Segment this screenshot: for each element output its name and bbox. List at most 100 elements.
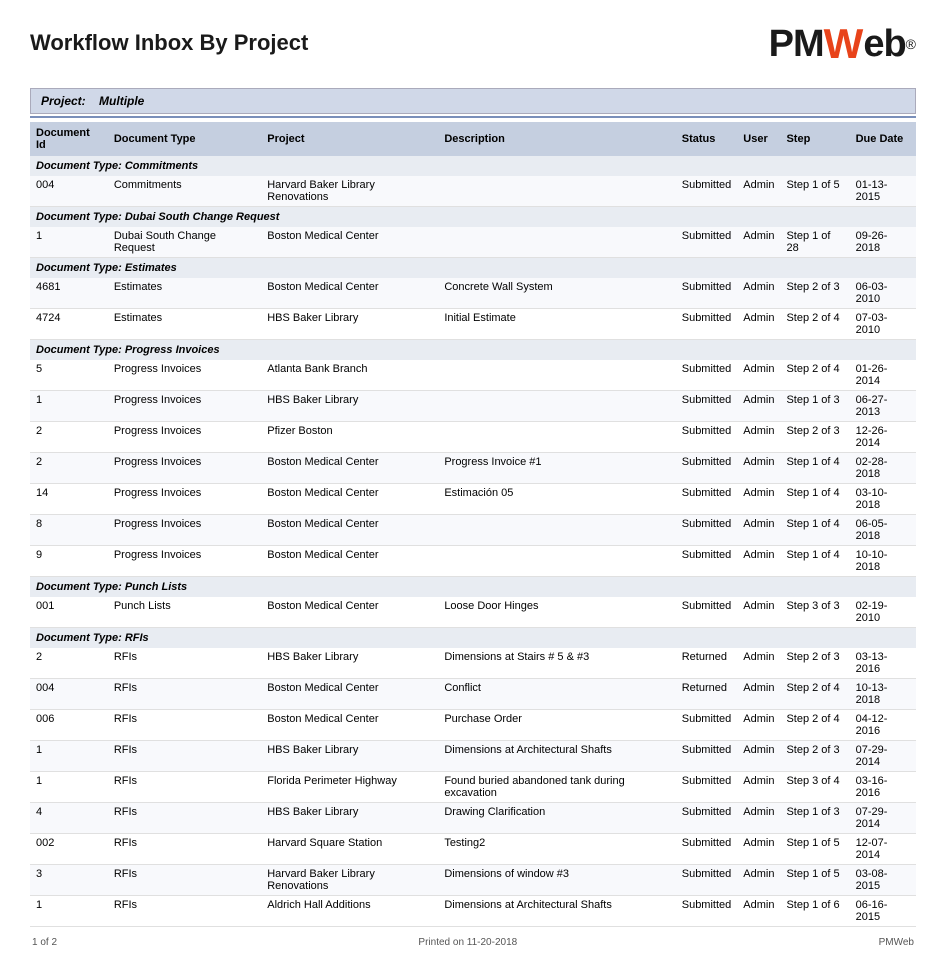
cell-due_date: 10-10-2018	[850, 546, 916, 577]
section-header-row: Document Type: Commitments	[30, 156, 916, 176]
section-header-row: Document Type: Estimates	[30, 258, 916, 279]
cell-project: Boston Medical Center	[261, 597, 438, 628]
table-row[interactable]: 004CommitmentsHarvard Baker Library Reno…	[30, 176, 916, 207]
table-row[interactable]: 4724EstimatesHBS Baker LibraryInitial Es…	[30, 309, 916, 340]
cell-id: 004	[30, 679, 108, 710]
cell-status: Submitted	[676, 803, 738, 834]
cell-type: Progress Invoices	[108, 422, 261, 453]
cell-id: 1	[30, 741, 108, 772]
cell-user: Admin	[737, 391, 780, 422]
table-row[interactable]: 5Progress InvoicesAtlanta Bank BranchSub…	[30, 360, 916, 391]
cell-project: Harvard Baker Library Renovations	[261, 865, 438, 896]
table-row[interactable]: 9Progress InvoicesBoston Medical CenterS…	[30, 546, 916, 577]
table-row[interactable]: 4RFIsHBS Baker LibraryDrawing Clarificat…	[30, 803, 916, 834]
cell-description: Dimensions of window #3	[438, 865, 675, 896]
cell-type: RFIs	[108, 741, 261, 772]
cell-due_date: 12-26-2014	[850, 422, 916, 453]
cell-due_date: 06-16-2015	[850, 896, 916, 927]
cell-id: 2	[30, 422, 108, 453]
cell-user: Admin	[737, 227, 780, 258]
cell-id: 3	[30, 865, 108, 896]
cell-step: Step 1 of 3	[780, 391, 849, 422]
cell-type: Estimates	[108, 278, 261, 309]
cell-id: 4681	[30, 278, 108, 309]
logo-suffix: eb	[863, 23, 905, 66]
table-row[interactable]: 002RFIsHarvard Square StationTesting2Sub…	[30, 834, 916, 865]
cell-type: Progress Invoices	[108, 484, 261, 515]
cell-description: Purchase Order	[438, 710, 675, 741]
table-row[interactable]: 3RFIsHarvard Baker Library RenovationsDi…	[30, 865, 916, 896]
table-row[interactable]: 1RFIsHBS Baker LibraryDimensions at Arch…	[30, 741, 916, 772]
cell-user: Admin	[737, 710, 780, 741]
table-row[interactable]: 006RFIsBoston Medical CenterPurchase Ord…	[30, 710, 916, 741]
cell-user: Admin	[737, 679, 780, 710]
cell-status: Submitted	[676, 772, 738, 803]
footer-brand: PMWeb	[879, 937, 914, 948]
cell-status: Submitted	[676, 309, 738, 340]
cell-id: 1	[30, 772, 108, 803]
cell-step: Step 1 of 4	[780, 515, 849, 546]
table-row[interactable]: 8Progress InvoicesBoston Medical CenterS…	[30, 515, 916, 546]
cell-type: Progress Invoices	[108, 453, 261, 484]
cell-user: Admin	[737, 648, 780, 679]
cell-description	[438, 546, 675, 577]
cell-type: Dubai South Change Request	[108, 227, 261, 258]
cell-status: Submitted	[676, 546, 738, 577]
table-row[interactable]: 2Progress InvoicesBoston Medical CenterP…	[30, 453, 916, 484]
cell-status: Submitted	[676, 227, 738, 258]
table-row[interactable]: 1Dubai South Change RequestBoston Medica…	[30, 227, 916, 258]
cell-project: Atlanta Bank Branch	[261, 360, 438, 391]
table-row[interactable]: 001Punch ListsBoston Medical CenterLoose…	[30, 597, 916, 628]
table-row[interactable]: 4681EstimatesBoston Medical CenterConcre…	[30, 278, 916, 309]
cell-project: Boston Medical Center	[261, 515, 438, 546]
cell-status: Returned	[676, 679, 738, 710]
cell-due_date: 01-26-2014	[850, 360, 916, 391]
section-header-row: Document Type: Dubai South Change Reques…	[30, 207, 916, 228]
col-header-type: Document Type	[108, 122, 261, 156]
cell-status: Submitted	[676, 360, 738, 391]
table-row[interactable]: 1RFIsAldrich Hall AdditionsDimensions at…	[30, 896, 916, 927]
cell-description: Loose Door Hinges	[438, 597, 675, 628]
cell-step: Step 1 of 4	[780, 546, 849, 577]
table-row[interactable]: 14Progress InvoicesBoston Medical Center…	[30, 484, 916, 515]
cell-status: Submitted	[676, 484, 738, 515]
col-header-project: Project	[261, 122, 438, 156]
cell-description	[438, 176, 675, 207]
col-header-status: Status	[676, 122, 738, 156]
table-row[interactable]: 1RFIsFlorida Perimeter HighwayFound buri…	[30, 772, 916, 803]
cell-step: Step 2 of 3	[780, 422, 849, 453]
cell-project: HBS Baker Library	[261, 648, 438, 679]
cell-project: Boston Medical Center	[261, 227, 438, 258]
cell-project: Boston Medical Center	[261, 679, 438, 710]
cell-user: Admin	[737, 515, 780, 546]
table-row[interactable]: 004RFIsBoston Medical CenterConflictRetu…	[30, 679, 916, 710]
cell-user: Admin	[737, 176, 780, 207]
cell-status: Submitted	[676, 515, 738, 546]
cell-id: 4	[30, 803, 108, 834]
cell-type: RFIs	[108, 710, 261, 741]
cell-due_date: 03-08-2015	[850, 865, 916, 896]
cell-due_date: 07-03-2010	[850, 309, 916, 340]
cell-user: Admin	[737, 772, 780, 803]
cell-step: Step 3 of 3	[780, 597, 849, 628]
page-header: Workflow Inbox By Project PM W eb ®	[30, 20, 916, 68]
cell-due_date: 02-28-2018	[850, 453, 916, 484]
cell-description: Dimensions at Architectural Shafts	[438, 896, 675, 927]
cell-description	[438, 391, 675, 422]
cell-description: Initial Estimate	[438, 309, 675, 340]
cell-due_date: 02-19-2010	[850, 597, 916, 628]
table-row[interactable]: 2Progress InvoicesPfizer BostonSubmitted…	[30, 422, 916, 453]
cell-type: Progress Invoices	[108, 546, 261, 577]
cell-step: Step 2 of 3	[780, 648, 849, 679]
table-row[interactable]: 1Progress InvoicesHBS Baker LibrarySubmi…	[30, 391, 916, 422]
cell-user: Admin	[737, 484, 780, 515]
cell-status: Submitted	[676, 597, 738, 628]
col-header-user: User	[737, 122, 780, 156]
cell-description	[438, 360, 675, 391]
cell-id: 1	[30, 896, 108, 927]
cell-status: Submitted	[676, 278, 738, 309]
table-row[interactable]: 2RFIsHBS Baker LibraryDimensions at Stai…	[30, 648, 916, 679]
cell-due_date: 10-13-2018	[850, 679, 916, 710]
cell-status: Submitted	[676, 896, 738, 927]
cell-project: HBS Baker Library	[261, 391, 438, 422]
